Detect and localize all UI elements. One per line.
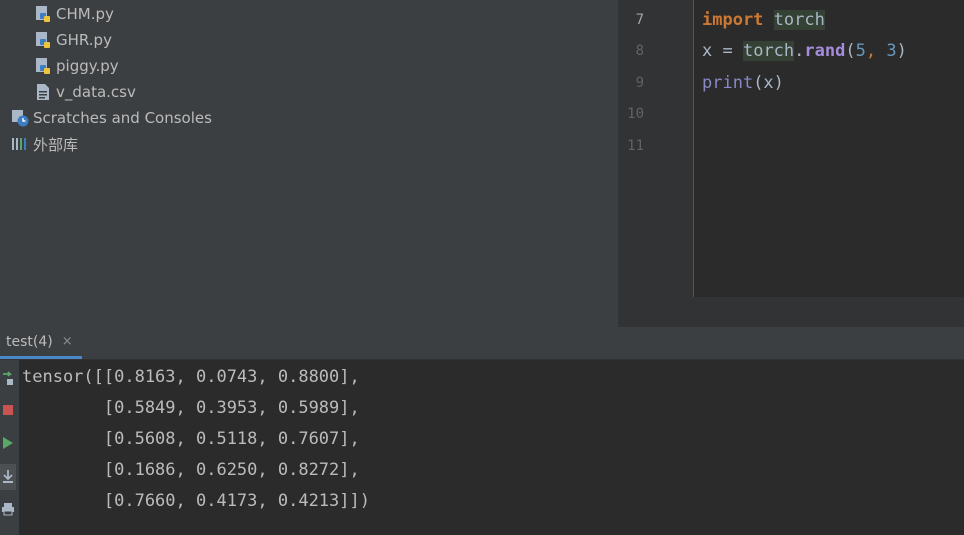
console-line: [0.1686, 0.6250, 0.8272],	[22, 460, 360, 480]
comma: ,	[865, 41, 887, 61]
scratches-icon	[12, 110, 29, 127]
tree-item-label: 外部库	[33, 135, 79, 154]
stop-icon	[3, 405, 13, 415]
line-number-gutter: 7 8 9 10 11	[618, 0, 694, 297]
rerun-button[interactable]	[0, 369, 16, 387]
console-line: [0.7660, 0.4173, 0.4213]])	[22, 491, 370, 511]
builtin-print: print	[702, 73, 754, 93]
text-file-icon	[37, 84, 49, 100]
console-output[interactable]: tensor([[0.8163, 0.0743, 0.8800], [0.584…	[20, 360, 964, 535]
tree-item-label: piggy.py	[56, 57, 119, 75]
download-icon	[3, 470, 13, 483]
dot: .	[794, 41, 805, 61]
line-number: 9	[635, 75, 644, 91]
tab-label: test(4)	[6, 333, 53, 350]
python-file-icon	[36, 32, 50, 48]
number-arg: 3	[886, 41, 897, 61]
code-line-8[interactable]: x = torch.rand(5, 3)	[702, 38, 907, 64]
printer-icon	[2, 503, 14, 516]
keyword-import: import	[702, 10, 764, 30]
variable-x: x	[702, 41, 713, 61]
print-button[interactable]	[0, 500, 16, 518]
library-icon	[12, 138, 26, 150]
line-number: 7	[635, 12, 644, 28]
tree-item-scratches[interactable]: Scratches and Consoles	[11, 106, 212, 130]
operator: =	[712, 41, 743, 61]
tree-item-label: v_data.csv	[56, 83, 136, 101]
editor-bottom-strip	[618, 297, 964, 327]
tree-item-external-libraries[interactable]: 外部库	[11, 132, 78, 156]
tree-item-v-data[interactable]: v_data.csv	[35, 80, 136, 104]
code-editor[interactable]: 7 8 9 10 11 import torch x = torch.rand(…	[618, 0, 964, 297]
paren: (	[845, 41, 856, 61]
line-number: 11	[627, 138, 644, 154]
rerun-icon	[3, 371, 13, 385]
method-rand: rand	[804, 41, 846, 61]
run-button[interactable]	[0, 434, 16, 452]
code-line-7[interactable]: import torch	[702, 7, 825, 33]
tab-run-test[interactable]: test(4) ×	[0, 327, 82, 359]
python-file-icon	[36, 6, 50, 22]
call-args: (x)	[753, 73, 784, 93]
tree-item-label: Scratches and Consoles	[33, 109, 212, 127]
paren: )	[896, 41, 907, 61]
module-torch: torch	[742, 41, 795, 61]
console-line: [0.5849, 0.3953, 0.5989],	[22, 398, 360, 418]
line-number: 8	[635, 43, 644, 59]
console-line: tensor([[0.8163, 0.0743, 0.8800],	[22, 367, 360, 387]
stop-button[interactable]	[0, 401, 16, 419]
close-icon[interactable]: ×	[62, 334, 73, 349]
tree-item-label: CHM.py	[56, 5, 114, 23]
play-icon	[3, 437, 13, 449]
tree-item-chm[interactable]: CHM.py	[35, 2, 114, 26]
run-tool-window-header: test(4) ×	[0, 327, 964, 360]
tree-item-ghr[interactable]: GHR.py	[35, 28, 112, 52]
python-file-icon	[36, 58, 50, 74]
code-line-9[interactable]: print(x)	[702, 70, 784, 96]
number-arg: 5	[855, 41, 866, 61]
run-toolbar	[0, 360, 19, 535]
scroll-to-end-button[interactable]	[0, 464, 16, 490]
line-number: 10	[627, 106, 644, 122]
module-torch: torch	[773, 10, 825, 30]
console-line: [0.5608, 0.5118, 0.7607],	[22, 429, 360, 449]
tree-item-piggy[interactable]: piggy.py	[35, 54, 119, 78]
tree-item-label: GHR.py	[56, 31, 112, 49]
project-tree-panel: CHM.py GHR.py piggy.py v_data.csv Scratc…	[0, 0, 618, 327]
